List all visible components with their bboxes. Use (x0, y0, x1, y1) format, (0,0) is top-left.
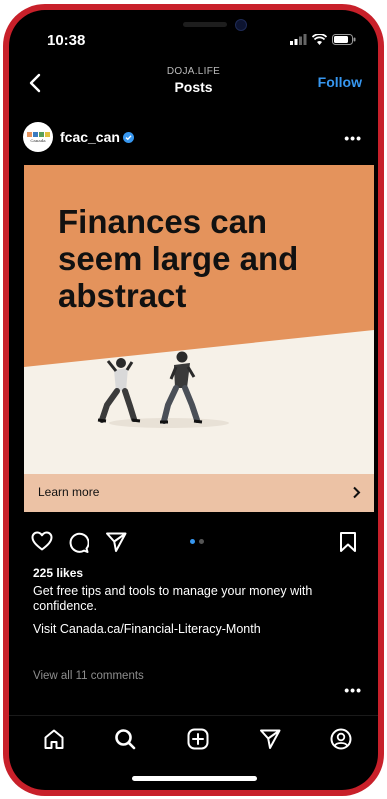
front-camera (235, 19, 247, 31)
phone-screen: 10:38 DOJA.LIFE Posts Follow Canada fcac… (9, 10, 378, 790)
status-icons (290, 34, 356, 45)
avatar-logo (26, 131, 50, 137)
avatar[interactable]: Canada (23, 122, 53, 152)
avatar-logo-text: Canada (30, 137, 46, 143)
share-icon[interactable] (105, 531, 127, 553)
view-comments-link[interactable]: View all 11 comments (33, 670, 144, 682)
bottom-nav (9, 715, 378, 762)
author-username[interactable]: fcac_can (60, 129, 120, 145)
bookmark-icon[interactable] (339, 531, 357, 553)
status-time: 10:38 (47, 32, 86, 49)
chevron-right-icon (353, 486, 361, 499)
wifi-icon (312, 34, 327, 45)
post-link-text: Visit Canada.ca/Financial-Literacy-Month (33, 622, 261, 636)
comment-icon[interactable] (67, 531, 89, 553)
carousel-indicator (190, 539, 204, 544)
search-icon[interactable] (114, 728, 136, 750)
signal-icon (290, 34, 307, 45)
more-icon[interactable]: ••• (344, 130, 362, 146)
carousel-dot-active (190, 539, 195, 544)
battery-icon (332, 34, 356, 45)
home-indicator[interactable] (132, 776, 257, 781)
post-actions (9, 527, 378, 557)
direct-icon[interactable] (259, 728, 281, 750)
profile-icon[interactable] (330, 728, 352, 750)
create-icon[interactable] (187, 728, 209, 750)
learn-more-label: Learn more (38, 485, 100, 499)
speaker (183, 22, 227, 27)
notch (153, 10, 273, 42)
home-icon[interactable] (43, 728, 65, 750)
follow-button[interactable]: Follow (318, 74, 362, 90)
post-headline: Finances can seem large and abstract (58, 203, 299, 314)
learn-more-bar[interactable]: Learn more (24, 474, 374, 512)
more-icon[interactable]: ••• (344, 682, 362, 698)
carousel-dot (199, 539, 204, 544)
post-caption: Get free tips and tools to manage your m… (33, 584, 313, 613)
heart-icon[interactable] (31, 531, 53, 551)
post-author[interactable]: Canada fcac_can (23, 122, 134, 152)
post-image[interactable]: Finances can seem large and abstract (24, 165, 374, 510)
verified-icon (122, 131, 134, 143)
likes-count[interactable]: 225 likes (33, 566, 83, 580)
top-bar: DOJA.LIFE Posts Follow (9, 64, 378, 104)
